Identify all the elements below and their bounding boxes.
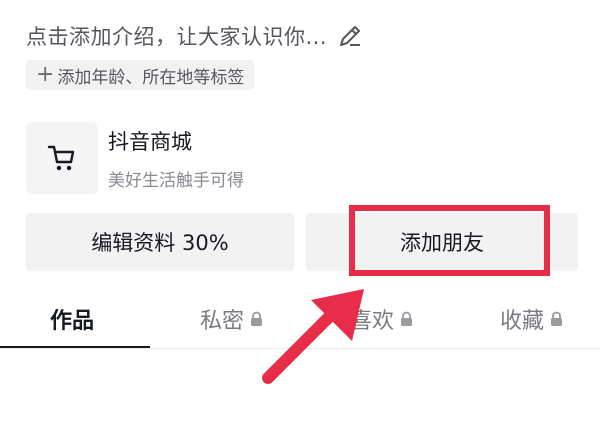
shopping-cart-icon — [47, 145, 75, 171]
edit-profile-button[interactable]: 编辑资料 30% — [26, 213, 294, 271]
content-tabs: 作品 私密 喜欢 收藏 — [0, 292, 600, 350]
pencil-icon[interactable] — [337, 23, 363, 49]
add-tags-button[interactable]: + 添加年龄、所在地等标签 — [26, 60, 255, 90]
tabs-divider — [0, 348, 600, 349]
bio-placeholder[interactable]: 点击添加介绍，让大家认识你... — [26, 21, 327, 51]
shop-title[interactable]: 抖音商城 — [108, 126, 192, 156]
tab-label: 收藏 — [500, 309, 545, 334]
plus-icon: + — [36, 62, 55, 87]
tab-label: 作品 — [50, 309, 95, 334]
shop-icon-card[interactable] — [26, 122, 98, 194]
lock-icon — [551, 311, 563, 326]
lock-icon — [401, 311, 413, 326]
bio-row[interactable]: 点击添加介绍，让大家认识你... — [26, 18, 363, 54]
add-friends-button[interactable]: 添加朋友 — [306, 213, 578, 271]
tab-works[interactable]: 作品 — [50, 292, 94, 346]
tab-favorites[interactable]: 收藏 — [500, 292, 563, 346]
tab-label: 喜欢 — [350, 309, 395, 334]
tab-private[interactable]: 私密 — [200, 292, 263, 346]
tab-label: 私密 — [200, 309, 245, 334]
tab-likes[interactable]: 喜欢 — [350, 292, 413, 346]
lock-icon — [251, 311, 263, 326]
add-tags-label: 添加年龄、所在地等标签 — [57, 67, 245, 88]
shop-subtitle: 美好生活触手可得 — [108, 171, 244, 191]
